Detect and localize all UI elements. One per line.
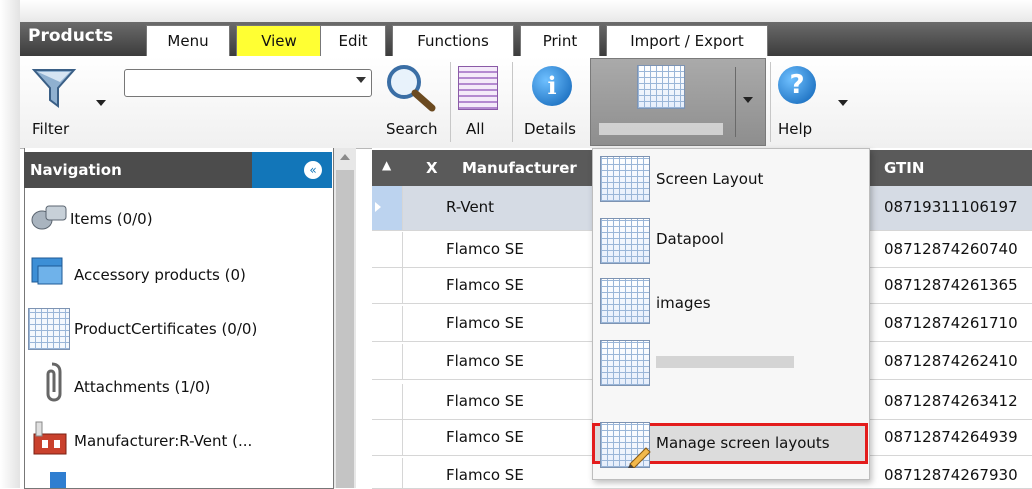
collapse-icon[interactable]: « — [304, 161, 322, 179]
toolbar-separator — [512, 62, 513, 142]
cell-gtin: 08712874260740 — [884, 240, 1018, 258]
filter-button[interactable]: Filter — [28, 60, 108, 144]
sort-ascending-icon[interactable]: ▲ — [382, 158, 391, 172]
items-icon — [31, 205, 67, 230]
toolbar-separator — [450, 62, 451, 142]
help-icon: ? — [778, 66, 816, 104]
menu-item-label: Screen Layout — [656, 170, 764, 188]
scroll-up-arrow[interactable] — [340, 154, 350, 160]
tab-functions[interactable]: Functions — [392, 25, 514, 56]
cell-gtin: 08712874264939 — [884, 428, 1018, 446]
layout-dropdown-divider — [735, 67, 736, 137]
cell-manufacturer: Flamco SE — [446, 352, 524, 370]
menu-item-datapool[interactable]: Datapool — [600, 216, 860, 274]
cell-gtin: 08719311106197 — [884, 198, 1018, 216]
cell-gtin: 08712874263412 — [884, 392, 1018, 410]
search-combobox[interactable] — [124, 69, 372, 97]
row-selector[interactable] — [372, 306, 403, 341]
help-dropdown-arrow[interactable] — [838, 100, 848, 106]
row-selector[interactable] — [372, 232, 403, 267]
cell-gtin: 08712874261710 — [884, 314, 1018, 332]
menu-item-label: Datapool — [656, 230, 724, 248]
menu-item-screen-layout[interactable]: Screen Layout — [600, 154, 860, 212]
cell-manufacturer: Flamco SE — [446, 428, 524, 446]
filter-label: Filter — [32, 120, 70, 138]
cell-manufacturer: Flamco SE — [446, 466, 524, 484]
menu-item-label: images — [656, 294, 711, 312]
paperclip-icon — [46, 362, 62, 402]
certificates-icon — [28, 308, 70, 350]
cell-manufacturer: Flamco SE — [446, 276, 524, 294]
cube-icon — [50, 472, 66, 488]
tab-menu[interactable]: Menu — [146, 25, 230, 56]
column-gtin[interactable]: GTIN — [884, 159, 924, 177]
menu-item-label: Manage screen layouts — [656, 434, 830, 452]
tab-view[interactable]: View — [236, 25, 322, 56]
cell-gtin: 08712874267930 — [884, 466, 1018, 484]
cell-gtin: 08712874261365 — [884, 276, 1018, 294]
nav-item-label: Attachments (1/0) — [74, 378, 211, 396]
factory-icon — [33, 421, 67, 455]
row-selector[interactable] — [372, 458, 403, 488]
app-title: Products — [28, 26, 114, 46]
magnifier-icon — [387, 65, 436, 112]
screen-layout-button[interactable] — [590, 58, 766, 146]
all-label: All — [466, 120, 485, 138]
column-x[interactable]: X — [426, 159, 438, 177]
row-selector[interactable] — [372, 268, 403, 303]
window-shadow-left — [0, 0, 20, 488]
tab-import-export[interactable]: Import / Export — [606, 25, 768, 56]
window-shadow-top — [0, 0, 1032, 22]
layout-dropdown-arrow[interactable] — [743, 97, 753, 103]
layout-grid-icon — [600, 278, 650, 324]
layout-grid-icon — [600, 340, 650, 386]
cell-manufacturer: R-Vent — [446, 198, 495, 216]
layout-grid-icon — [600, 156, 650, 202]
menu-item-images[interactable]: images — [600, 276, 860, 334]
nav-item-label: Items (0/0) — [70, 210, 153, 228]
cell-manufacturer: Flamco SE — [446, 240, 524, 258]
toolbar-separator — [770, 62, 771, 142]
layout-grid-icon — [637, 65, 685, 109]
help-label: Help — [778, 120, 813, 138]
chevron-down-icon[interactable] — [356, 77, 366, 83]
row-pointer-icon — [375, 202, 381, 212]
row-selector[interactable] — [372, 344, 403, 379]
info-icon: i — [532, 66, 572, 106]
navigation-title: Navigation — [24, 152, 258, 188]
funnel-icon — [31, 69, 77, 108]
row-selector[interactable] — [372, 186, 403, 230]
search-label: Search — [386, 120, 438, 138]
row-selector[interactable] — [372, 384, 403, 419]
layout-name-redacted — [599, 123, 723, 135]
column-manufacturer[interactable]: Manufacturer — [462, 159, 577, 177]
layout-name-redacted — [656, 356, 794, 368]
accessory-icon — [31, 257, 63, 285]
cell-gtin: 08712874262410 — [884, 352, 1018, 370]
navigation-scrollbar[interactable] — [334, 148, 356, 488]
tab-edit[interactable]: Edit — [320, 25, 386, 56]
filter-dropdown-arrow[interactable] — [96, 100, 106, 106]
pencil-icon — [628, 447, 651, 468]
menu-item-manage-screen-layouts[interactable]: Manage screen layouts — [600, 410, 860, 468]
details-label: Details — [524, 120, 577, 138]
navigation-collapse: « — [252, 152, 332, 188]
nav-item-label: ProductCertificates (0/0) — [74, 320, 258, 338]
all-button[interactable]: All — [454, 60, 504, 144]
table-all-icon — [458, 66, 498, 110]
cell-manufacturer: Flamco SE — [446, 392, 524, 410]
nav-item-label: Accessory products (0) — [74, 266, 246, 284]
row-selector[interactable] — [372, 420, 403, 455]
scroll-thumb[interactable] — [336, 170, 354, 488]
tab-print[interactable]: Print — [520, 25, 600, 56]
search-button[interactable]: Search — [382, 60, 444, 144]
cell-manufacturer: Flamco SE — [446, 314, 524, 332]
layout-grid-icon — [600, 218, 650, 264]
nav-item-label: Manufacturer:R-Vent (... — [74, 432, 253, 450]
menu-item-redacted-layout[interactable] — [600, 338, 860, 396]
